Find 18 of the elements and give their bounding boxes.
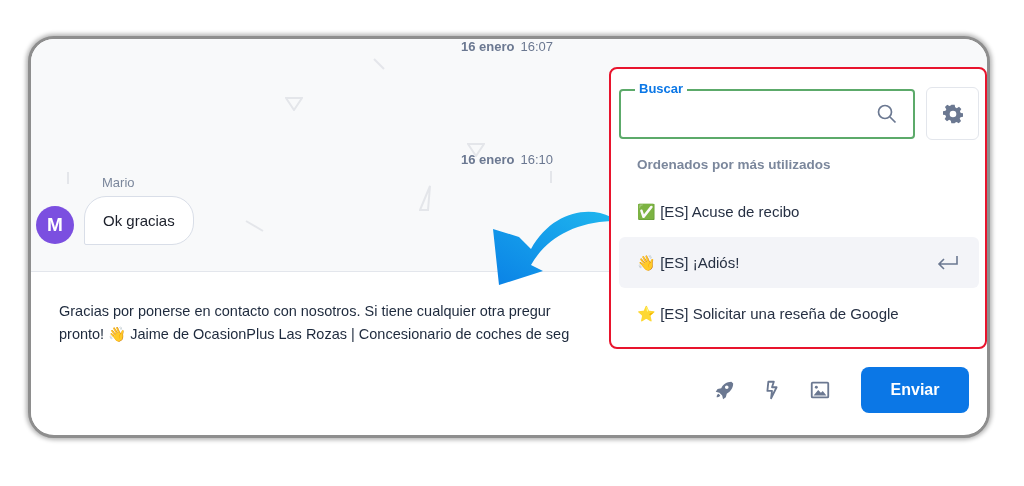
section-heading: Ordenados por más utilizados xyxy=(637,157,832,172)
rocket-icon[interactable] xyxy=(713,379,735,401)
settings-icon xyxy=(942,103,963,124)
send-button[interactable]: Enviar xyxy=(861,367,969,413)
avatar: M xyxy=(36,206,74,244)
message-input[interactable]: Gracias por ponerse en contacto con nosotros. Si tiene cualquier otra pregur pronto! 👋 Jaime de OcasionPlus Las Rozas | Concesionario de coches de seg xyxy=(59,300,570,346)
field-label: Buscar xyxy=(635,81,688,96)
image-icon[interactable] xyxy=(809,379,831,401)
sender-name: Mario xyxy=(102,175,135,190)
enter-key-icon xyxy=(937,254,959,271)
message-bubble: Ok gracias xyxy=(84,196,194,245)
settings-button[interactable] xyxy=(926,87,979,140)
template-item[interactable]: 👋 [ES] ¡Adiós! xyxy=(619,237,979,288)
search-icon xyxy=(877,103,897,124)
template-item[interactable]: ✅ [ES] Acuse de recibo xyxy=(619,186,979,237)
date-separator: 16 enero 16:07 xyxy=(461,39,554,54)
template-item[interactable]: ⭐ [ES] Solicitar una reseña de Google xyxy=(619,288,979,339)
date-separator: 16 enero 16:10 xyxy=(461,152,554,167)
